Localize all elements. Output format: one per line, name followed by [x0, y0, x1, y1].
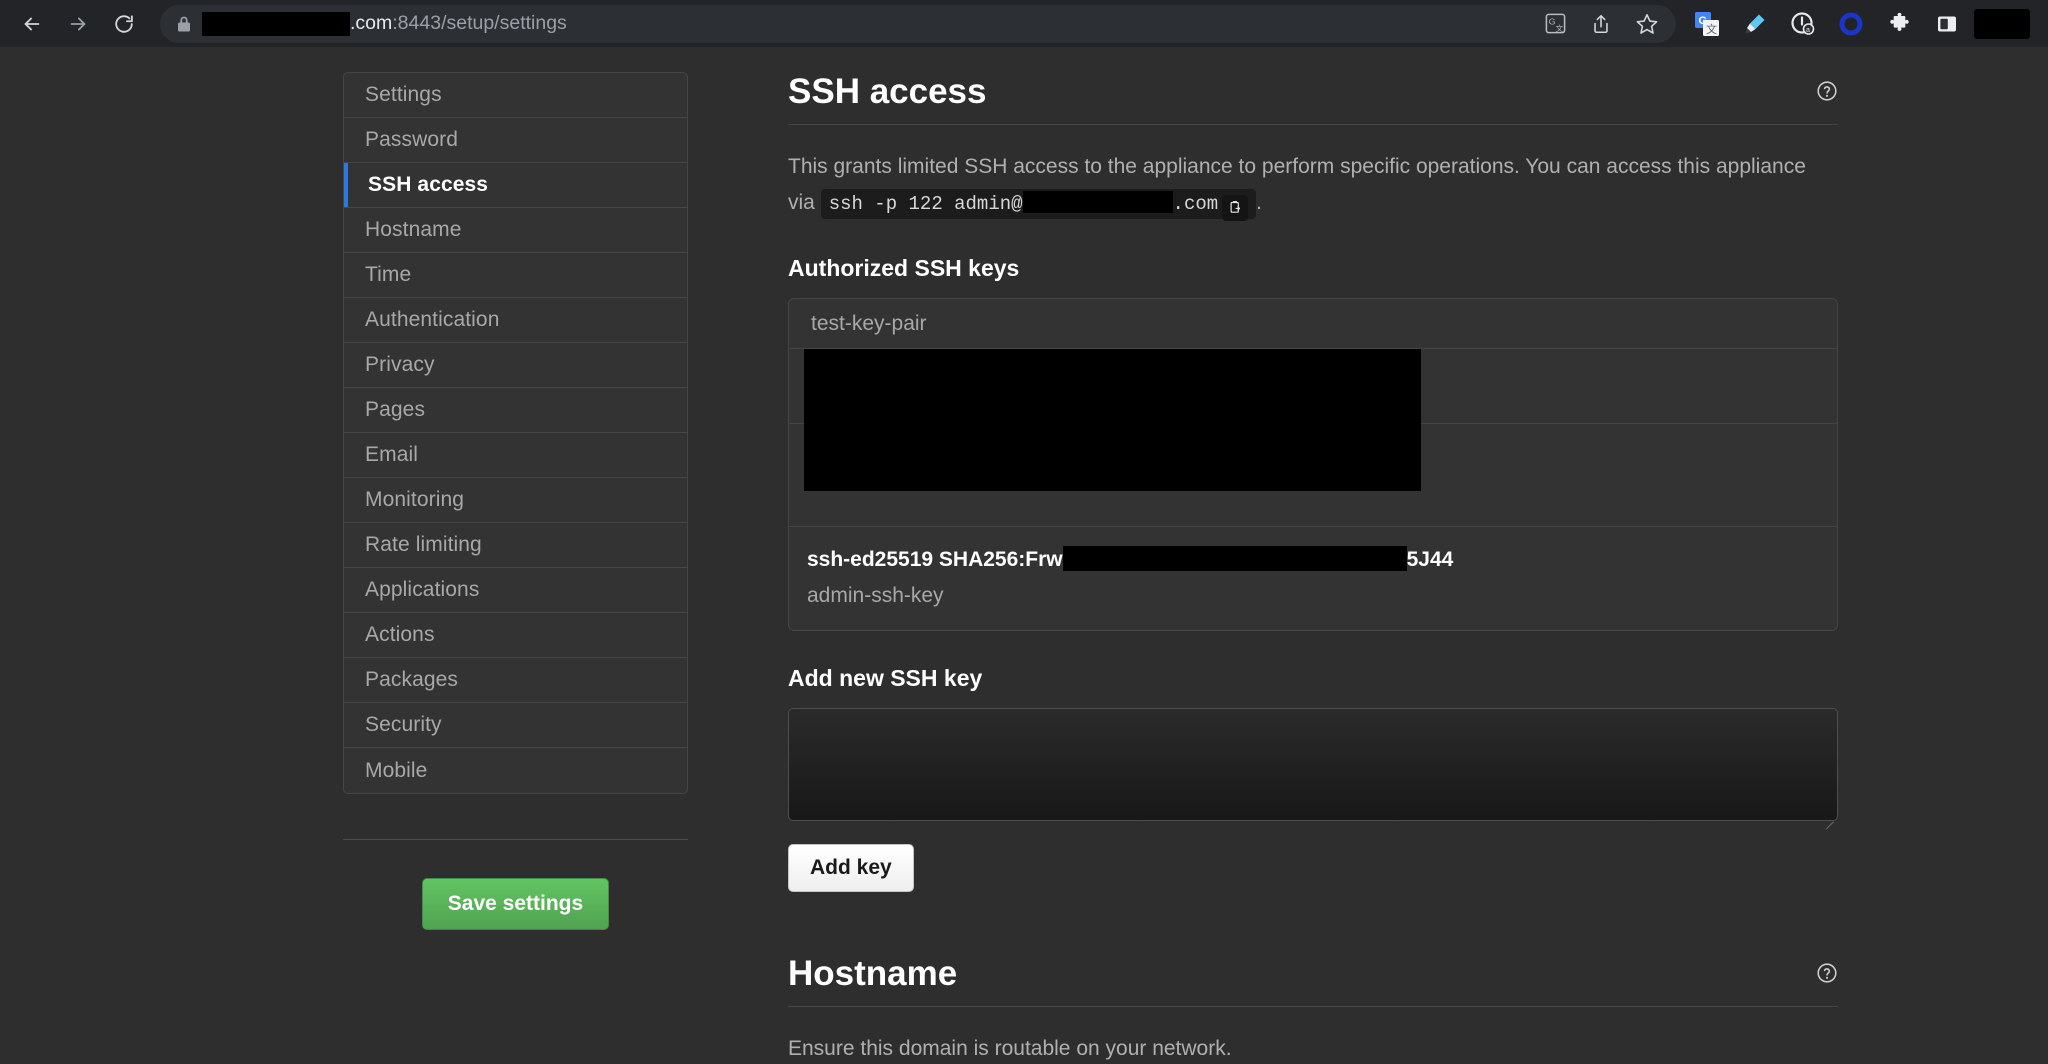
sidebar-item-ssh-access[interactable]: SSH access	[344, 163, 687, 208]
sidebar-item-privacy[interactable]: Privacy	[344, 343, 687, 388]
back-button[interactable]	[10, 4, 54, 44]
blue-circle-extension-button[interactable]	[1830, 5, 1872, 43]
three-dot-menu-icon[interactable]	[2040, 5, 2048, 43]
svg-text:文: 文	[1555, 23, 1563, 33]
svg-text:文: 文	[1706, 22, 1717, 36]
save-settings-wrapper: Save settings	[343, 878, 688, 930]
key-card-header: test-key-pair	[789, 299, 1837, 349]
sidebar-item-hostname[interactable]: Hostname	[344, 208, 687, 253]
key-row-fingerprint[interactable]: ssh-ed25519 SHA256:Frw 5J44 admin-ssh-key	[789, 527, 1837, 629]
sidebar-item-pages[interactable]: Pages	[344, 388, 687, 433]
sidebar-item-monitoring[interactable]: Monitoring	[344, 478, 687, 523]
ssh-host-redaction-block	[1023, 191, 1173, 213]
key-image-redaction-block	[804, 349, 1421, 491]
settings-page: Settings Password SSH access Hostname Ti…	[0, 47, 2048, 1064]
key-name-label: admin-ssh-key	[807, 584, 1815, 608]
forward-button[interactable]	[56, 4, 100, 44]
key-info: ssh-ed25519 SHA256:Frw 5J44 admin-ssh-key	[789, 527, 1837, 629]
url-path: :8443/setup/settings	[392, 12, 567, 35]
add-key-button[interactable]: Add key	[788, 844, 914, 892]
puzzle-extensions-icon	[1887, 11, 1912, 36]
address-bar[interactable]: .com:8443/setup/settings G 文	[160, 5, 1676, 43]
privacy-extension-icon: a	[1790, 11, 1816, 37]
key-fingerprint: ssh-ed25519 SHA256:Frw 5J44	[807, 546, 1815, 573]
sidebar-item-time[interactable]: Time	[344, 253, 687, 298]
copy-clipboard-icon[interactable]	[1222, 195, 1248, 221]
authorized-keys-card: test-key-pair ssh-ed25519 SHA256:Frw 5J44…	[788, 298, 1838, 630]
omnibox-actions: G 文	[1534, 5, 1668, 43]
side-panel-button[interactable]	[1926, 5, 1968, 43]
browser-toolbar: .com:8443/setup/settings G 文	[0, 0, 2048, 47]
ssh-access-title: SSH access	[788, 72, 986, 112]
sidebar-item-mobile[interactable]: Mobile	[344, 748, 687, 793]
ssh-description-period: .	[1256, 191, 1262, 214]
back-arrow-icon	[21, 13, 43, 35]
blue-circle-extension-icon	[1839, 12, 1863, 36]
add-ssh-key-textarea[interactable]	[788, 708, 1838, 821]
ssh-command-suffix: .com	[1173, 193, 1219, 215]
sidebar-item-password[interactable]: Password	[344, 118, 687, 163]
hostname-section-header: Hostname	[788, 954, 1838, 1007]
sidebar-item-rate-limiting[interactable]: Rate limiting	[344, 523, 687, 568]
sidebar-item-packages[interactable]: Packages	[344, 658, 687, 703]
sidebar-item-security[interactable]: Security	[344, 703, 687, 748]
key-row-redacted-top	[789, 349, 1837, 424]
bookmark-star-icon	[1635, 12, 1659, 36]
sidebar-item-applications[interactable]: Applications	[344, 568, 687, 613]
bookmark-button[interactable]	[1626, 5, 1668, 43]
settings-main-content: SSH access This grants limited SSH acces…	[788, 72, 1838, 1064]
share-icon	[1590, 13, 1612, 35]
url-text: .com:8443/setup/settings	[202, 12, 567, 36]
save-settings-button[interactable]: Save settings	[422, 878, 609, 930]
add-new-ssh-key-label: Add new SSH key	[788, 665, 1838, 692]
reload-icon	[113, 13, 135, 35]
share-button[interactable]	[1580, 5, 1622, 43]
highlighter-extension-icon	[1742, 11, 1768, 37]
url-host-suffix: .com	[350, 12, 392, 35]
settings-sidebar: Settings Password SSH access Hostname Ti…	[343, 72, 688, 1064]
help-circle-icon[interactable]	[1816, 80, 1838, 107]
sidebar-divider	[343, 839, 688, 840]
svg-text:a: a	[1806, 27, 1810, 34]
url-redaction-block	[202, 12, 350, 36]
key-fingerprint-redaction-block	[1063, 546, 1407, 571]
forward-arrow-icon	[67, 13, 89, 35]
ssh-command-prefix: ssh -p 122 admin@	[829, 193, 1023, 215]
authorized-ssh-keys-label: Authorized SSH keys	[788, 255, 1838, 282]
profile-avatar-redaction[interactable]	[1974, 9, 2030, 39]
highlighter-extension-button[interactable]	[1734, 5, 1776, 43]
sidebar-item-email[interactable]: Email	[344, 433, 687, 478]
google-translate-extension-button[interactable]: G 文	[1686, 5, 1728, 43]
hostname-title: Hostname	[788, 954, 957, 994]
navigation-buttons	[10, 4, 146, 44]
side-panel-icon	[1935, 12, 1959, 36]
sidebar-item-authentication[interactable]: Authentication	[344, 298, 687, 343]
sidebar-heading: Settings	[344, 73, 687, 118]
hostname-description: Ensure this domain is routable on your n…	[788, 1031, 1838, 1064]
translate-icon: G 文	[1544, 12, 1567, 35]
ssh-access-description: This grants limited SSH access to the ap…	[788, 149, 1838, 221]
translate-button[interactable]: G 文	[1534, 5, 1576, 43]
ssh-command-code[interactable]: ssh -p 122 admin@ .com	[821, 189, 1256, 219]
sidebar-item-actions[interactable]: Actions	[344, 613, 687, 658]
google-translate-extension-icon: G 文	[1694, 11, 1720, 37]
ssh-access-section-header: SSH access	[788, 72, 1838, 125]
lock-icon	[176, 15, 192, 33]
privacy-extension-button[interactable]: a	[1782, 5, 1824, 43]
key-fingerprint-prefix: ssh-ed25519 SHA256:Frw	[807, 548, 1063, 571]
settings-nav-card: Settings Password SSH access Hostname Ti…	[343, 72, 688, 794]
key-fingerprint-suffix: 5J44	[1407, 548, 1454, 571]
hostname-help-circle-icon[interactable]	[1816, 962, 1838, 989]
extensions-button[interactable]	[1878, 5, 1920, 43]
reload-button[interactable]	[102, 4, 146, 44]
extension-icons: G 文 a	[1686, 5, 2048, 43]
